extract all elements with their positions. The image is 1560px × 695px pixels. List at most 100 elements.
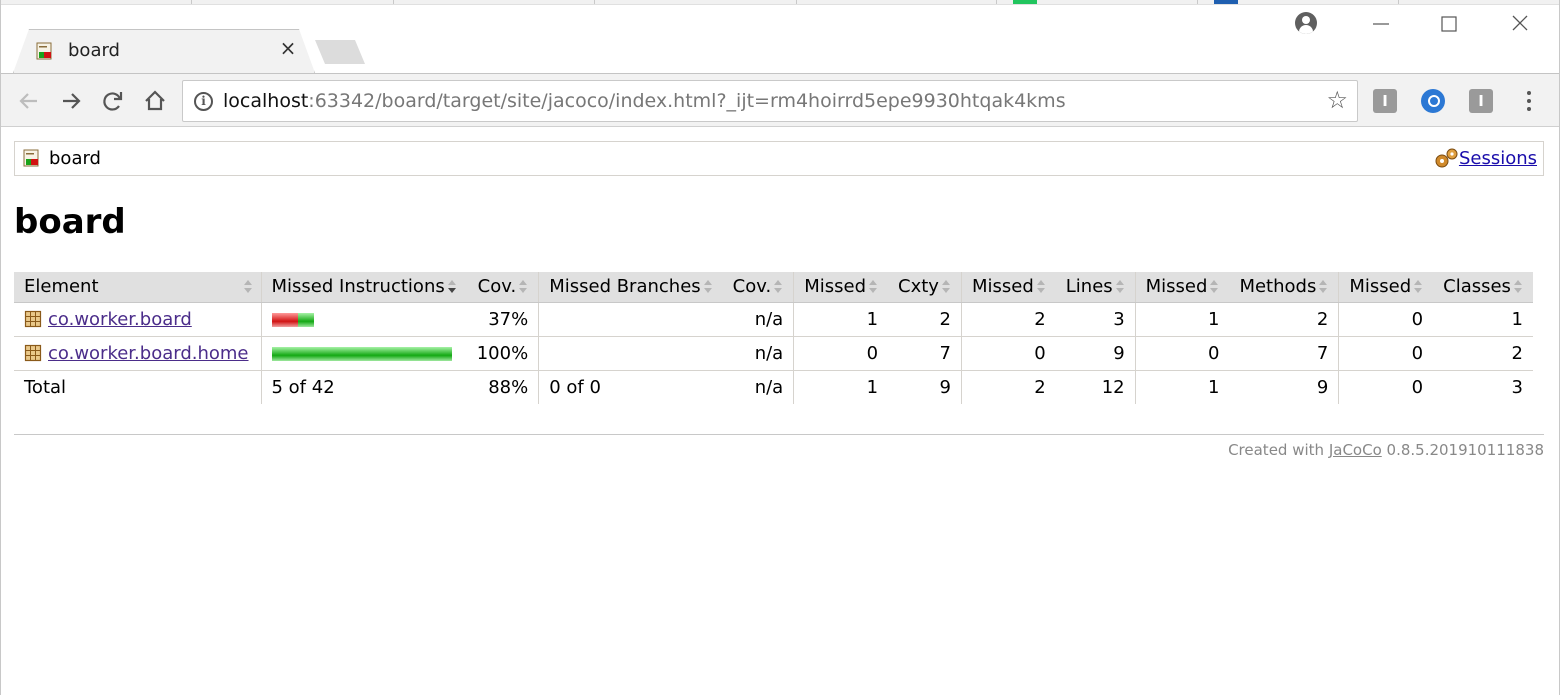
sort-icon <box>1036 280 1046 294</box>
missed-cxty-cell: 1 <box>793 302 889 337</box>
coverage-table: Element Missed Instructions Cov. Missed … <box>14 272 1533 404</box>
new-tab-button[interactable] <box>315 40 365 64</box>
missed-instructions-bar <box>260 302 467 337</box>
close-window-icon[interactable] <box>1504 10 1536 38</box>
classes-cell: 2 <box>1433 336 1533 371</box>
sort-icon <box>1115 280 1125 294</box>
cov-cell: n/a <box>722 302 794 337</box>
report-icon <box>23 149 39 167</box>
report-page: board Sessions board Element Missed Inst… <box>1 128 1559 695</box>
footer: Created with JaCoCo 0.8.5.201910111838 <box>1228 441 1544 459</box>
extension-search-icon[interactable] <box>1421 89 1445 113</box>
sort-icon <box>518 280 528 294</box>
profile-icon[interactable] <box>1295 12 1317 34</box>
sort-icon <box>941 280 951 294</box>
url-text[interactable]: localhost:63342/board/target/site/jacoco… <box>223 90 1066 112</box>
total-missed-branches: 0 of 0 <box>538 370 723 404</box>
sort-icon <box>1413 280 1423 294</box>
breadcrumb: board Sessions <box>14 141 1544 176</box>
missed-branches-cell <box>538 302 723 337</box>
missed-branches-cell <box>538 336 723 371</box>
element-cell: co.worker.board <box>14 302 261 337</box>
extension-icon-1[interactable]: I <box>1373 89 1397 113</box>
header-cov-instructions[interactable]: Cov. <box>466 272 539 303</box>
jacoco-link[interactable]: JaCoCo <box>1329 441 1382 459</box>
tab-close-icon[interactable]: × <box>278 38 298 58</box>
total-cxty: 9 <box>939 376 951 398</box>
total-classes: 3 <box>1511 376 1523 398</box>
header-cov-branches[interactable]: Cov. <box>722 272 794 303</box>
covered-bar <box>297 312 314 327</box>
table-row: co.worker.board.home 100% n/a 0 7 0 9 0 … <box>14 336 1533 371</box>
total-lines: 12 <box>1101 376 1125 398</box>
sort-icon <box>1318 280 1328 294</box>
taskbar-strip <box>1 0 1559 5</box>
methods-cell: 7 <box>1229 336 1339 371</box>
maximize-icon[interactable] <box>1433 10 1465 38</box>
reload-icon[interactable] <box>99 87 127 115</box>
element-link[interactable]: co.worker.board <box>48 309 192 330</box>
header-missed-cxty[interactable]: Missed <box>793 272 889 303</box>
bookmark-star-icon[interactable]: ☆ <box>1326 88 1348 112</box>
back-arrow-icon[interactable] <box>15 87 43 115</box>
table-header-row: Element Missed Instructions Cov. Missed … <box>14 272 1533 303</box>
sort-icon <box>703 280 713 294</box>
package-icon <box>24 310 42 327</box>
footer-version: 0.8.5.201910111838 <box>1386 441 1544 459</box>
total-missed-cxty: 1 <box>793 370 889 404</box>
element-link[interactable]: co.worker.board.home <box>48 343 249 364</box>
header-missed-branches[interactable]: Missed Branches <box>538 272 723 303</box>
missed-classes-cell: 0 <box>1338 336 1434 371</box>
footer-divider <box>14 434 1544 435</box>
tab-title: board <box>68 40 120 61</box>
address-bar[interactable]: i localhost:63342/board/target/site/jaco… <box>182 80 1358 122</box>
element-cell: co.worker.board.home <box>14 336 261 371</box>
methods-cell: 2 <box>1229 302 1339 337</box>
breadcrumb-label: board <box>49 148 101 169</box>
table-row: co.worker.board 37% n/a 1 2 2 3 1 2 0 1 <box>14 302 1533 337</box>
report-favicon-icon <box>36 42 52 60</box>
sort-icon <box>1513 280 1523 294</box>
header-methods[interactable]: Methods <box>1229 272 1339 303</box>
total-label: Total <box>24 376 67 398</box>
site-info-icon[interactable]: i <box>194 92 213 111</box>
header-element[interactable]: Element <box>14 272 261 303</box>
sort-icon <box>868 280 878 294</box>
minimize-icon[interactable] <box>1365 10 1397 38</box>
cov-cell: 100% <box>466 336 539 371</box>
total-cov: 88% <box>488 376 529 398</box>
lines-cell: 3 <box>1055 302 1136 337</box>
page-title: board <box>14 202 126 242</box>
missed-methods-cell: 0 <box>1134 336 1230 371</box>
missed-instructions-bar <box>260 336 467 371</box>
cov-cell: n/a <box>722 336 794 371</box>
total-missed-lines: 2 <box>960 370 1056 404</box>
browser-window: board × i localhost:63342/board/target/s… <box>0 0 1560 695</box>
missed-methods-cell: 1 <box>1134 302 1230 337</box>
lines-cell: 9 <box>1055 336 1136 371</box>
missed-bar <box>271 312 298 327</box>
total-missed-classes: 0 <box>1338 370 1434 404</box>
header-missed-lines[interactable]: Missed <box>960 272 1056 303</box>
browser-menu-icon[interactable] <box>1526 89 1532 113</box>
cxty-cell: 7 <box>888 336 962 371</box>
package-icon <box>24 344 42 361</box>
cxty-cell: 2 <box>888 302 962 337</box>
header-lines[interactable]: Lines <box>1055 272 1136 303</box>
sessions-link[interactable]: Sessions <box>1459 148 1537 169</box>
header-classes[interactable]: Classes <box>1433 272 1533 303</box>
total-missed-instructions: 5 of 42 <box>260 370 467 404</box>
home-icon[interactable] <box>141 87 169 115</box>
extension-icon-3[interactable]: I <box>1469 89 1493 113</box>
classes-cell: 1 <box>1433 302 1533 337</box>
sort-icon <box>773 280 783 294</box>
title-bar: board × <box>1 0 1559 73</box>
missed-lines-cell: 2 <box>960 302 1056 337</box>
header-missed-instructions[interactable]: Missed Instructions <box>260 272 467 303</box>
header-missed-methods[interactable]: Missed <box>1134 272 1230 303</box>
header-missed-classes[interactable]: Missed <box>1338 272 1434 303</box>
forward-arrow-icon[interactable] <box>57 87 85 115</box>
missed-cxty-cell: 0 <box>793 336 889 371</box>
header-cxty[interactable]: Cxty <box>888 272 962 303</box>
total-cov-branches: n/a <box>754 376 784 398</box>
